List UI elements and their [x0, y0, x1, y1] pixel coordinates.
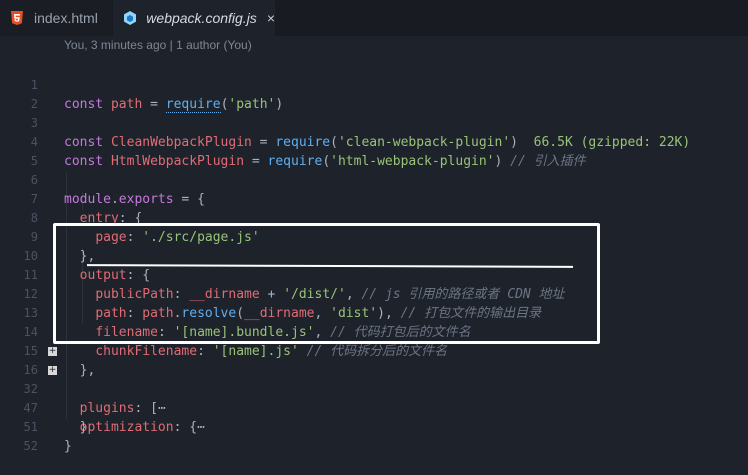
code-line: 5	[0, 133, 748, 168]
code-line: 51 }	[0, 399, 748, 454]
html5-icon	[8, 9, 26, 27]
tab-label: webpack.config.js	[146, 10, 257, 26]
code-line: 2	[0, 76, 748, 111]
expand-fold-icon[interactable]: +	[48, 366, 57, 375]
code-line: 52	[0, 418, 748, 453]
line-number: 52	[23, 439, 38, 453]
code-line: 4 const HtmlWebpackPlugin = require('htm…	[0, 114, 748, 169]
code-line: 8 page: './src/page.js'	[0, 190, 748, 245]
code-line: 7 entry: {	[0, 171, 748, 226]
tab-label: index.html	[34, 10, 98, 26]
tab-webpack-config[interactable]: webpack.config.js ×	[113, 0, 275, 36]
webpack-icon	[121, 9, 138, 27]
tab-index-html[interactable]: index.html	[0, 0, 112, 36]
code-line: 16 + plugins: [⋯	[0, 342, 748, 417]
code-line: 1 const path = require('path')	[0, 57, 748, 113]
expand-fold-icon[interactable]: +	[48, 347, 57, 356]
highlight-box	[53, 223, 600, 344]
close-icon[interactable]: ×	[267, 10, 275, 26]
code-line: 32 + optimization: {⋯	[0, 361, 748, 436]
code-line: 6 module.exports = {	[0, 152, 748, 207]
code-line: 3 const CleanWebpackPlugin = require('cl…	[0, 95, 748, 150]
tab-bar: index.html webpack.config.js ×	[0, 0, 748, 36]
codelens-blame[interactable]: You, 3 minutes ago | 1 author (You)	[64, 38, 252, 56]
code-line: 47 }	[0, 380, 748, 435]
